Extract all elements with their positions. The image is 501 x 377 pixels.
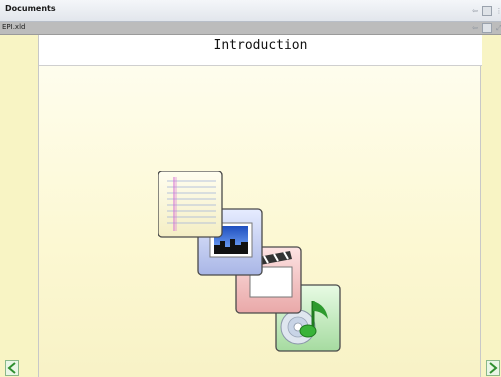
slide-title: Introduction [213, 38, 308, 53]
previous-arrow-icon [5, 360, 19, 376]
expand-icon[interactable]: ⋮ [494, 6, 501, 16]
next-arrow-icon [486, 360, 500, 376]
expand-icon[interactable]: ⤢ [494, 23, 501, 33]
slide-title-bar: Introduction [39, 35, 482, 66]
document-tab-bar: EPI.xld ⇦ ⤢ [0, 22, 501, 35]
text-card [158, 171, 223, 238]
document-tab[interactable]: EPI.xld [2, 23, 25, 31]
panel-title: Documents [5, 4, 56, 13]
document-viewer: Introduction [0, 35, 501, 377]
restore-icon[interactable] [482, 6, 492, 16]
documents-panel-header: Documents ⇦ ⋮ [0, 0, 501, 22]
pin-icon[interactable]: ⇦ [470, 6, 480, 16]
pin-icon[interactable]: ⇦ [470, 23, 480, 33]
media-types-illustration [158, 171, 341, 352]
restore-icon[interactable] [482, 23, 492, 33]
previous-page-button[interactable] [5, 360, 19, 376]
next-page-button[interactable] [486, 360, 500, 376]
